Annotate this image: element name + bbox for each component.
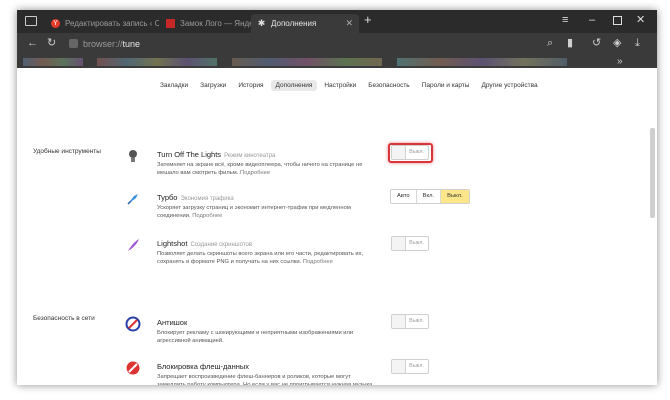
more-link[interactable]: Подробнее xyxy=(240,170,270,176)
extension-title: Lightshot Создание скриншотов xyxy=(157,239,253,248)
section-web-security: Безопасность в сети xyxy=(33,315,95,322)
tab-edit-post[interactable]: Y Редактировать запись ‹ Сі xyxy=(45,14,159,33)
history-icon[interactable]: ↺ xyxy=(592,38,601,49)
back-icon[interactable]: ← xyxy=(27,38,38,49)
extension-description: Блокирует рекламу с шокирующими и неприя… xyxy=(157,330,354,344)
protect-icon[interactable]: ◈ xyxy=(613,38,621,49)
search-icon[interactable]: ⌕ xyxy=(547,38,553,49)
tab-logo-castle[interactable]: Замок Лого — Яндекс.ма xyxy=(160,14,263,33)
toggle-knob xyxy=(392,237,406,250)
extension-title: Блокировка флеш-данных xyxy=(157,362,250,371)
menu-icon[interactable]: ≡ xyxy=(562,15,568,26)
toggle-label: Выкл. xyxy=(409,149,424,155)
extension-description: Запрещает воспроизведение флеш-баннеров … xyxy=(157,374,373,385)
nav-other-devices[interactable]: Другие устройства xyxy=(476,80,542,91)
browser-window: Y Редактировать запись ‹ Сі Замок Лого —… xyxy=(17,10,657,385)
toggle-turn-off-lights[interactable]: Выкл. xyxy=(391,145,429,160)
close-window-icon[interactable]: ✕ xyxy=(636,15,645,26)
toggle-knob xyxy=(392,315,406,328)
toggle-flash-block[interactable]: Выкл. xyxy=(391,359,429,374)
feather-icon xyxy=(125,237,141,253)
puzzle-icon: ✱ xyxy=(257,18,266,28)
rocket-icon xyxy=(125,191,141,207)
tab-bar: Y Редактировать запись ‹ Сі Замок Лого —… xyxy=(17,10,657,33)
more-bookmarks-icon[interactable]: » xyxy=(617,56,623,67)
url-scheme: browser:// xyxy=(83,39,123,49)
nav-history[interactable]: История xyxy=(233,80,268,91)
bulb-icon xyxy=(125,148,141,164)
close-tab-icon[interactable]: ✕ xyxy=(345,18,353,29)
toggle-label: Выкл. xyxy=(409,240,424,246)
nav-settings[interactable]: Настройки xyxy=(319,80,361,91)
minimize-icon[interactable]: – xyxy=(589,15,595,26)
bookmark-icon[interactable]: ▮ xyxy=(567,38,573,49)
nav-bookmarks[interactable]: Закладки xyxy=(155,80,193,91)
bookmark-item[interactable] xyxy=(232,58,382,66)
turbo-mode-selector: Авто Вкл. Выкл. xyxy=(390,189,470,204)
tab-extensions[interactable]: ✱ Дополнения ✕ xyxy=(251,14,359,33)
page-scrollbar[interactable] xyxy=(650,128,655,218)
reload-icon[interactable]: ↻ xyxy=(47,38,56,49)
flash-block-icon xyxy=(125,360,141,376)
extension-description: Позволяет делать скриншоты всего экрана … xyxy=(157,251,364,265)
settings-page: Закладки Загрузки История Дополнения Нас… xyxy=(17,68,657,385)
toggle-knob xyxy=(392,146,406,159)
toggle-label: Выкл. xyxy=(409,363,424,369)
turbo-auto-option[interactable]: Авто xyxy=(391,190,417,203)
nav-extensions[interactable]: Дополнения xyxy=(270,80,318,91)
maximize-icon[interactable] xyxy=(613,16,622,25)
url-path: tune xyxy=(122,39,141,49)
extension-description: Затемняет на экране всё, кроме видеоплее… xyxy=(157,162,363,176)
bookmark-item[interactable] xyxy=(23,58,83,66)
toggle-antishock[interactable]: Выкл. xyxy=(391,314,429,329)
toggle-knob xyxy=(392,360,406,373)
nav-security[interactable]: Безопасность xyxy=(363,80,414,91)
new-tab-button[interactable]: + xyxy=(364,13,372,26)
download-icon[interactable]: ⤓ xyxy=(635,38,640,49)
extension-title: Антишок xyxy=(157,318,188,327)
extension-title: Турбо Экономия трафика xyxy=(157,193,234,202)
extension-description: Ускоряет загрузку страниц и экономит инт… xyxy=(157,205,351,219)
red-square-icon xyxy=(166,19,175,28)
settings-nav: Закладки Загрузки История Дополнения Нас… xyxy=(155,80,545,91)
bookmarks-bar: » xyxy=(17,55,657,68)
yandex-icon: Y xyxy=(51,19,60,28)
toggle-label: Выкл. xyxy=(409,318,424,324)
bookmark-item[interactable] xyxy=(397,58,567,66)
nav-passwords[interactable]: Пароли и карты xyxy=(417,80,475,91)
tab-label: Редактировать запись ‹ Сі xyxy=(65,19,159,28)
nav-downloads[interactable]: Загрузки xyxy=(195,80,231,91)
antishock-icon xyxy=(125,316,141,332)
bookmark-item[interactable] xyxy=(97,58,217,66)
more-link[interactable]: Подробнее xyxy=(192,213,222,219)
toggle-lightshot[interactable]: Выкл. xyxy=(391,236,429,251)
url-field[interactable]: browser://tune xyxy=(83,39,140,49)
site-info-icon[interactable] xyxy=(69,39,78,48)
turbo-off-option[interactable]: Выкл. xyxy=(441,190,469,203)
section-convenient-tools: Удобные инструменты xyxy=(33,148,101,155)
tab-label: Дополнения xyxy=(271,19,317,28)
address-bar: ← ↻ browser://tune ⌕ ▮ ↺ ◈ ⤓ xyxy=(17,33,657,55)
turbo-on-option[interactable]: Вкл. xyxy=(416,190,442,203)
tabs-list-icon[interactable] xyxy=(25,16,37,26)
more-link[interactable]: Подробнее xyxy=(303,259,333,265)
extension-title: Turn Off The Lights Режим кинотеатра xyxy=(157,150,276,159)
